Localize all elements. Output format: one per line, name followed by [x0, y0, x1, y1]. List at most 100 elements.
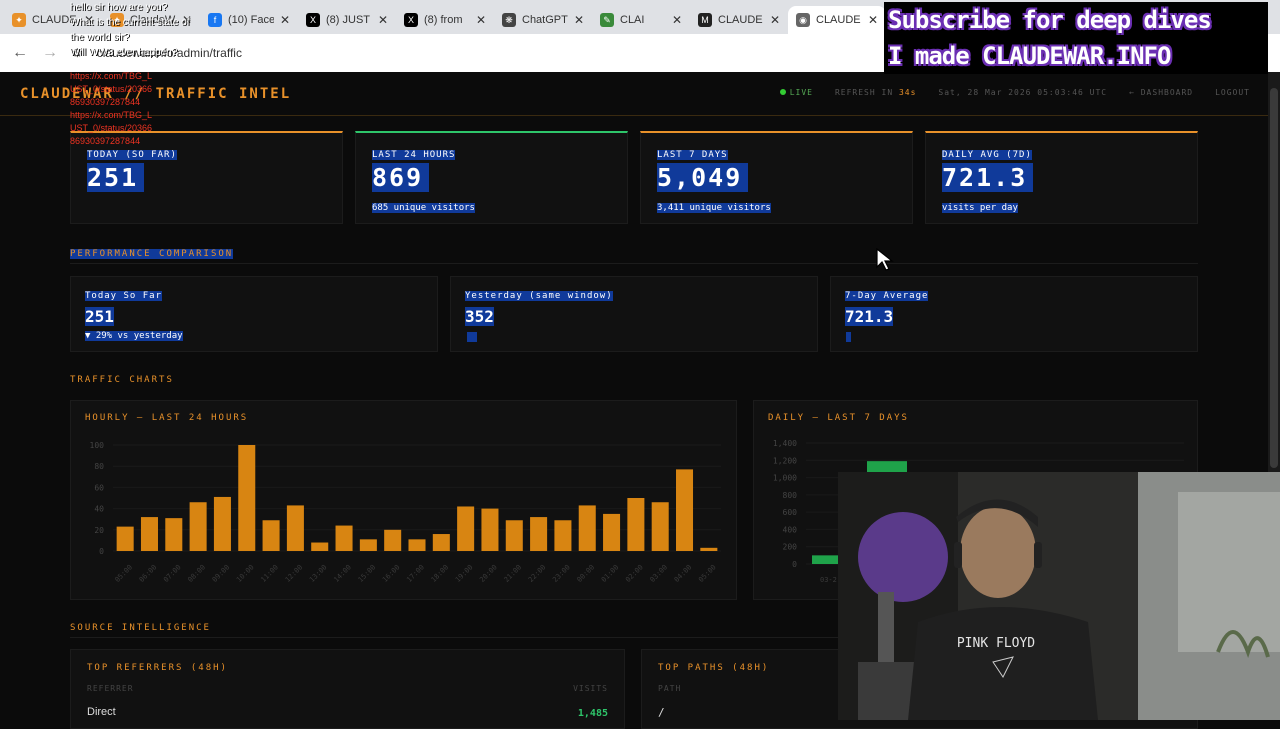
- hourly-bar: [262, 520, 280, 551]
- close-tab-icon[interactable]: ✕: [476, 13, 486, 27]
- x-tick-label: 17:00: [405, 563, 426, 584]
- selection-marker: [846, 332, 851, 342]
- hourly-bar: [408, 539, 426, 551]
- refresh-count: 34s: [898, 88, 917, 97]
- refresh-label: REFRESH IN: [834, 88, 894, 97]
- y-tick-label: 1,200: [773, 456, 797, 465]
- comparison-card-today: Today So Far 251 ▼ 29% vs yesterday: [70, 276, 438, 352]
- hourly-bar: [700, 547, 718, 551]
- source-section-title: SOURCE INTELLIGENCE: [70, 623, 211, 633]
- referrer-name: Direct: [87, 706, 116, 718]
- chat-link: UST_0/status/20366: [70, 84, 153, 94]
- tab-title: (8) JUST: [326, 14, 370, 26]
- browser-tab[interactable]: X (8) from ✕: [396, 6, 494, 34]
- close-tab-icon[interactable]: ✕: [868, 13, 878, 27]
- hourly-bar: [335, 525, 353, 551]
- x-tick-label: 22:00: [527, 563, 548, 584]
- hourly-bar: [627, 498, 645, 551]
- close-tab-icon[interactable]: ✕: [574, 13, 584, 27]
- tab-title: CLAI: [620, 14, 645, 26]
- stat-label: DAILY AVG (7D): [942, 150, 1032, 160]
- close-tab-icon[interactable]: ✕: [378, 13, 388, 27]
- traffic-charts-section-title: TRAFFIC CHARTS: [70, 375, 174, 385]
- hourly-bar: [286, 505, 304, 551]
- hourly-bar: [530, 517, 548, 551]
- comparison-card-yesterday: Yesterday (same window) 352: [450, 276, 818, 352]
- chat-link: 86930397287844: [70, 97, 141, 107]
- x-tick-label: 08:00: [186, 563, 207, 584]
- close-tab-icon[interactable]: ✕: [280, 13, 290, 27]
- divider: [70, 263, 1198, 264]
- x-tick-label: 11:00: [259, 563, 280, 584]
- browser-tab[interactable]: ◉ CLAUDE ✕: [788, 6, 886, 34]
- close-tab-icon[interactable]: ✕: [672, 13, 682, 27]
- dashboard-link[interactable]: ← DASHBOARD: [1129, 88, 1193, 97]
- browser-tab[interactable]: ✎ CLAI ✕: [592, 6, 690, 34]
- comparison-value: 251: [85, 307, 114, 326]
- chat-overlay: hello sir how are you? What is the curre…: [70, 0, 190, 148]
- comparison-label: 7-Day Average: [845, 291, 929, 301]
- hourly-bar: [578, 505, 596, 551]
- hourly-bar: [140, 517, 158, 551]
- x-tick-label: 03-2: [820, 576, 837, 584]
- scrollbar-thumb[interactable]: [1270, 88, 1278, 468]
- tab-title: CLAUDE: [718, 14, 763, 26]
- stat-label: LAST 24 HOURS: [372, 150, 456, 160]
- tab-title: (10) Face: [228, 14, 274, 26]
- stat-value: 869: [372, 163, 430, 192]
- browser-tab[interactable]: M CLAUDE ✕: [690, 6, 788, 34]
- hourly-bar: [481, 508, 499, 551]
- x-tick-label: 12:00: [284, 563, 305, 584]
- browser-tab[interactable]: ❋ ChatGPT ✕: [494, 6, 592, 34]
- browser-tab[interactable]: f (10) Face ✕: [200, 6, 298, 34]
- close-tab-icon[interactable]: ✕: [770, 13, 780, 27]
- webcam-feed: PINK FLOYD: [838, 472, 1280, 720]
- back-arrow-icon[interactable]: ←: [12, 44, 28, 62]
- forward-arrow-icon[interactable]: →: [42, 44, 58, 62]
- stat-label: TODAY (SO FAR): [87, 150, 177, 160]
- referrers-card: TOP REFERRERS (48H) REFERRER VISITS Dire…: [70, 649, 625, 729]
- x-tick-label: 13:00: [308, 563, 329, 584]
- tab-favicon-icon: X: [306, 13, 320, 27]
- tab-favicon-icon: M: [698, 13, 712, 27]
- comparison-delta: ▼ 29% vs yesterday: [85, 331, 183, 341]
- shirt-text: PINK FLOYD: [957, 636, 1035, 651]
- x-tick-label: 03:00: [649, 563, 670, 584]
- hourly-bar: [505, 520, 523, 551]
- chat-message: Will WW3 ever happen?: [70, 47, 178, 58]
- y-tick-label: 200: [783, 543, 798, 552]
- stat-card-7d: LAST 7 DAYS 5,049 3,411 unique visitors: [640, 131, 913, 224]
- stat-label: LAST 7 DAYS: [657, 150, 728, 160]
- x-tick-label: 06:00: [138, 563, 159, 584]
- tab-title: CLAUDE: [816, 14, 861, 26]
- y-tick-label: 1,000: [773, 474, 797, 483]
- logout-link[interactable]: LOGOUT: [1215, 88, 1250, 97]
- y-tick-label: 600: [783, 508, 798, 517]
- x-tick-label: 01:00: [600, 563, 621, 584]
- browser-tab[interactable]: X (8) JUST ✕: [298, 6, 396, 34]
- x-tick-label: 18:00: [430, 563, 451, 584]
- x-tick-label: 16:00: [381, 563, 402, 584]
- hourly-bar: [359, 539, 377, 551]
- chat-link: UST_0/status/20366: [70, 123, 153, 133]
- banner-line-2: I made CLAUDEWAR.INFO: [888, 42, 1171, 70]
- chat-link: 86930397287844: [70, 136, 141, 146]
- live-indicator: LIVE: [780, 88, 813, 97]
- y-tick-label: 80: [94, 462, 104, 471]
- stat-value: 721.3: [942, 163, 1034, 192]
- x-tick-label: 05:00: [113, 563, 134, 584]
- chat-link: https://x.com/TBG_L: [70, 71, 153, 81]
- tab-favicon-icon: ◉: [796, 13, 810, 27]
- hourly-bar: [189, 502, 207, 551]
- x-tick-label: 20:00: [478, 563, 499, 584]
- hourly-chart: 02040608010005:00 06:00 07:00 08:00 09:00 10:…: [90, 441, 721, 584]
- hourly-bar: [384, 529, 402, 551]
- stat-sub: visits per day: [942, 203, 1018, 213]
- hourly-bar: [603, 513, 621, 551]
- referrers-title: TOP REFERRERS (48H): [87, 663, 228, 673]
- x-tick-label: 19:00: [454, 563, 475, 584]
- visits-col-header: VISITS: [573, 684, 608, 693]
- tab-favicon-icon: ✎: [600, 13, 614, 27]
- x-tick-label: 05:00: [697, 563, 718, 584]
- hourly-bar: [311, 542, 329, 551]
